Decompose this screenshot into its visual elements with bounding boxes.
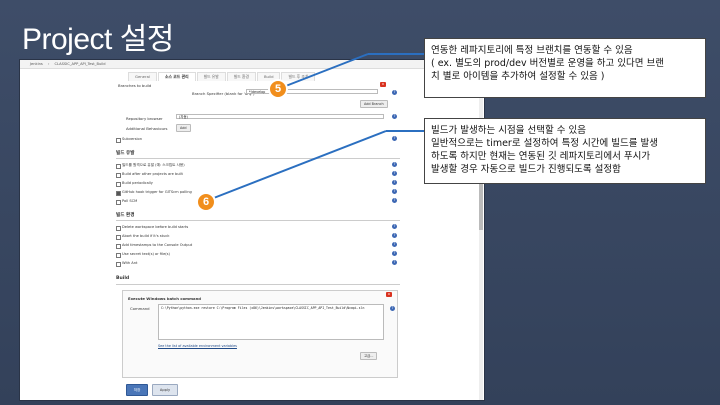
add-behaviour-button[interactable]: Add xyxy=(176,124,191,132)
callout-branch-line: ( ex. 별도의 prod/dev 버전별로 운영을 하고 있다면 브랜 xyxy=(431,58,665,69)
config-form: Branches to build x Branch Specifier (bl… xyxy=(112,82,402,398)
trigger-remote-checkbox[interactable] xyxy=(116,164,121,169)
help-icon[interactable]: ? xyxy=(392,242,397,247)
trigger-periodic-label: Build periodically xyxy=(122,181,153,185)
tab-build-triggers[interactable]: 빌드 유발 xyxy=(196,72,226,81)
env-variables-link[interactable]: See the list of available environment va… xyxy=(158,344,237,348)
callout-trigger-line: 발생할 경우 자동으로 빌드가 진행되도록 설정함 xyxy=(431,164,621,175)
tab-post-build[interactable]: 빌드 후 조치 xyxy=(281,72,316,81)
breadcrumb-item-jenkins[interactable]: Jenkins xyxy=(30,62,43,66)
section-divider xyxy=(116,158,400,159)
callout-trigger-line: 하도록 하지만 현재는 연동된 깃 레파지토리에서 푸시가 xyxy=(431,151,651,162)
callout-branch: 연동한 레파지토리에 특정 브랜치를 연동할 수 있음 ( ex. 별도의 pr… xyxy=(424,38,706,98)
config-tabs: General 소스 코드 관리 빌드 유발 빌드 환경 Build 빌드 후 … xyxy=(128,72,316,81)
help-icon[interactable]: ? xyxy=(392,224,397,229)
command-label: Command xyxy=(130,306,150,311)
subversion-label: Subversion xyxy=(122,137,143,141)
env-delete-workspace-label: Delete workspace before build starts xyxy=(122,225,189,229)
env-secret-checkbox[interactable] xyxy=(116,253,121,258)
branches-label: Branches to build xyxy=(118,83,152,88)
save-button[interactable]: 저장 xyxy=(126,384,148,396)
env-abort-stuck-label: Abort the build if it's stuck xyxy=(122,234,170,238)
breadcrumb-item-project[interactable]: CLASSIC_APP_API_Test_Build xyxy=(55,62,106,66)
trigger-periodic-checkbox[interactable] xyxy=(116,182,121,187)
advanced-button[interactable]: 고급... xyxy=(360,352,378,360)
help-icon[interactable]: ? xyxy=(392,198,397,203)
help-icon[interactable]: ? xyxy=(392,162,397,167)
breadcrumb: Jenkins › CLASSIC_APP_API_Test_Build xyxy=(20,60,484,69)
help-icon[interactable]: ? xyxy=(392,90,397,95)
env-delete-workspace-checkbox[interactable] xyxy=(116,226,121,231)
build-step-title: Execute Windows batch command xyxy=(128,296,202,301)
branch-specifier-input[interactable]: */develop xyxy=(246,89,378,94)
trigger-poll-scm-checkbox[interactable] xyxy=(116,200,121,205)
build-heading: Build xyxy=(116,276,130,281)
callout-trigger-line: 빌드가 발생하는 시점을 선택할 수 있음 xyxy=(431,125,586,136)
env-secret-label: Use secret text(s) or file(s) xyxy=(122,252,170,256)
help-icon[interactable]: ? xyxy=(390,306,395,311)
trigger-after-other-label: Build after other projects are built xyxy=(122,172,183,176)
help-icon[interactable]: ? xyxy=(392,233,397,238)
trigger-github-hook-label: GitHub hook trigger for GITScm polling xyxy=(122,190,192,194)
trigger-poll-scm-label: Poll SCM xyxy=(122,199,138,203)
delete-step-icon[interactable]: x xyxy=(386,292,392,297)
env-abort-stuck-checkbox[interactable] xyxy=(116,235,121,240)
tab-build-env[interactable]: 빌드 환경 xyxy=(226,72,256,81)
help-icon[interactable]: ? xyxy=(392,251,397,256)
step-marker-5: 5 xyxy=(268,79,288,99)
callout-branch-line: 치 별로 아이템을 추가하여 설정할 수 있음 ) xyxy=(431,71,605,82)
subversion-radio[interactable] xyxy=(116,138,121,143)
help-icon[interactable]: ? xyxy=(392,114,397,119)
delete-branch-icon[interactable]: x xyxy=(380,82,386,87)
command-textarea[interactable]: C:\Python\python.exe restore C:\Program … xyxy=(158,304,384,340)
section-divider xyxy=(116,284,400,285)
tab-source-code[interactable]: 소스 코드 관리 xyxy=(157,72,196,81)
step-marker-6: 6 xyxy=(196,192,216,212)
callout-branch-line: 연동한 레파지토리에 특정 브랜치를 연동할 수 있음 xyxy=(431,45,633,56)
callout-trigger: 빌드가 발생하는 시점을 선택할 수 있음 일반적으로는 timer로 설정하여… xyxy=(424,118,706,184)
help-icon[interactable]: ? xyxy=(392,171,397,176)
build-env-heading: 빌드 환경 xyxy=(116,213,135,218)
tab-general[interactable]: General xyxy=(128,72,157,81)
env-with-ant-checkbox[interactable] xyxy=(116,262,121,267)
section-divider xyxy=(116,220,400,221)
additional-behaviours-label: Additional Behaviours xyxy=(126,126,168,131)
help-icon[interactable]: ? xyxy=(392,189,397,194)
repo-browser-select[interactable]: (자동) xyxy=(176,114,384,119)
repo-browser-label: Repository browser xyxy=(126,116,163,121)
trigger-after-other-checkbox[interactable] xyxy=(116,173,121,178)
trigger-github-hook-checkbox[interactable] xyxy=(116,191,121,196)
env-timestamps-label: Add timestamps to the Console Output xyxy=(122,243,193,247)
build-triggers-heading: 빌드 유발 xyxy=(116,151,135,156)
env-timestamps-checkbox[interactable] xyxy=(116,244,121,249)
add-branch-button[interactable]: Add Branch xyxy=(360,100,388,108)
callout-trigger-line: 일반적으로는 timer로 설정하여 특정 시간에 빌드를 발생 xyxy=(431,138,659,149)
env-with-ant-label: With Ant xyxy=(122,261,138,265)
left-rail xyxy=(20,70,106,400)
help-icon[interactable]: ? xyxy=(392,136,397,141)
jenkins-config-screenshot: Jenkins › CLASSIC_APP_API_Test_Build Gen… xyxy=(20,60,484,400)
trigger-remote-label: 빌드를 원격으로 유발 (예: 스크립트 사용) xyxy=(122,163,185,167)
help-icon[interactable]: ? xyxy=(392,180,397,185)
help-icon[interactable]: ? xyxy=(392,260,397,265)
apply-button[interactable]: Apply xyxy=(152,384,178,396)
breadcrumb-separator: › xyxy=(47,62,50,66)
slide-title: Project 설정 xyxy=(22,23,174,56)
